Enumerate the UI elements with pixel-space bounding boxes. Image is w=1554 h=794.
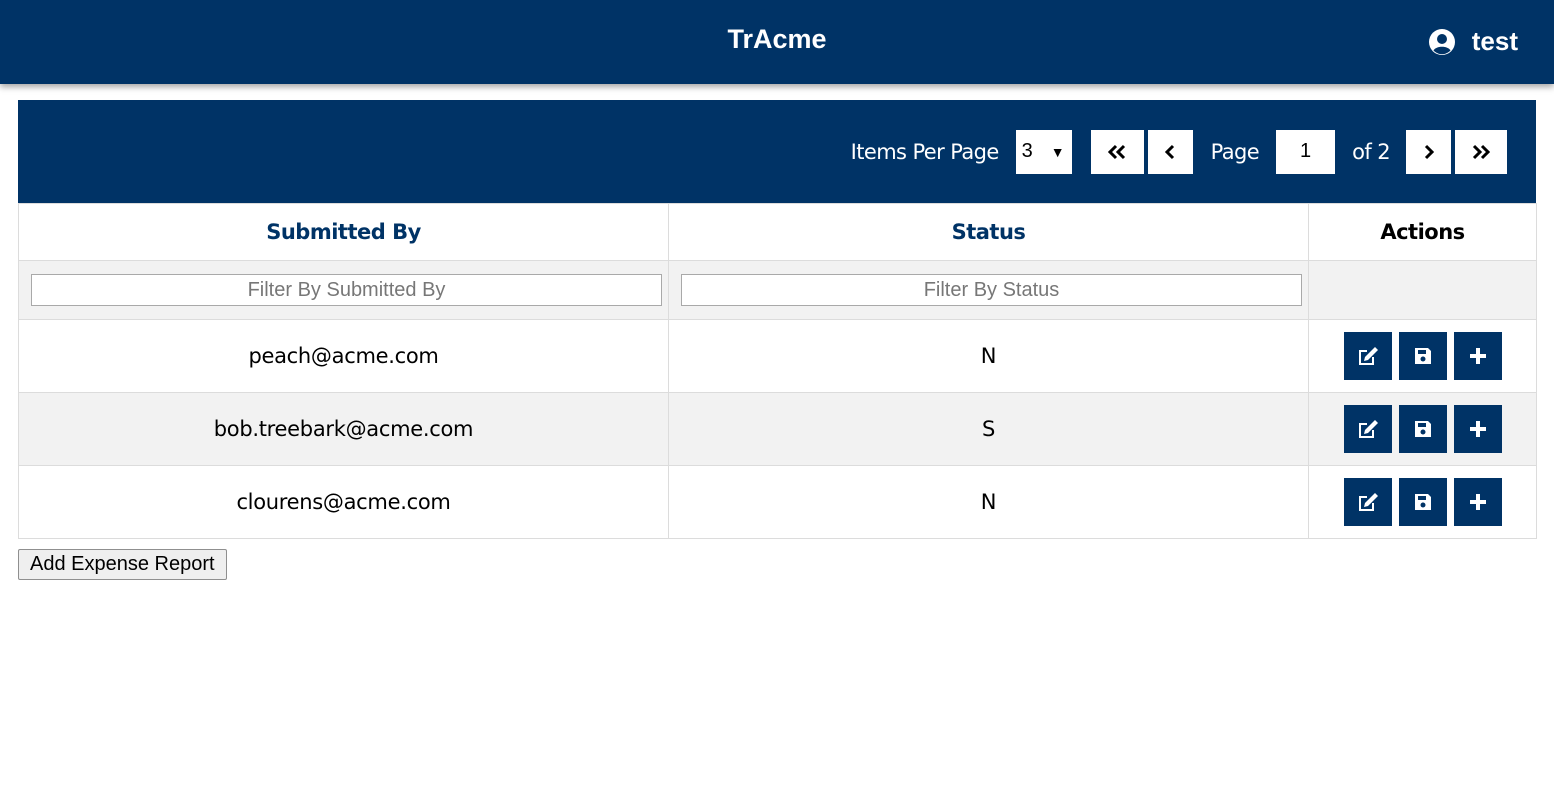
cell-actions bbox=[1308, 465, 1537, 539]
expense-table: Submitted By Status Actions peach@acme.c… bbox=[18, 203, 1537, 539]
chevron-right-icon bbox=[1424, 144, 1434, 159]
column-header-status[interactable]: Status bbox=[668, 203, 1309, 261]
add-button[interactable] bbox=[1453, 332, 1502, 380]
plus-icon bbox=[1469, 494, 1486, 510]
edit-button[interactable] bbox=[1343, 332, 1392, 380]
save-button[interactable] bbox=[1398, 478, 1447, 526]
page-count-label: of 2 bbox=[1352, 139, 1390, 164]
plus-icon bbox=[1469, 348, 1486, 364]
page-label: Page bbox=[1210, 139, 1260, 164]
cell-actions bbox=[1308, 392, 1537, 466]
first-page-button[interactable] bbox=[1090, 129, 1144, 174]
expense-grid: Items Per Page 3 ▼ Page of 2 bbox=[18, 100, 1537, 539]
cell-submitted-by: clourens@acme.com bbox=[18, 465, 669, 539]
items-per-page-select[interactable]: 3 ▼ bbox=[1015, 129, 1072, 174]
top-bar: TrAcme test bbox=[0, 0, 1554, 84]
edit-button[interactable] bbox=[1343, 478, 1392, 526]
user-name: test bbox=[1471, 26, 1518, 56]
filter-cell-status bbox=[668, 260, 1309, 320]
cell-actions bbox=[1308, 319, 1537, 393]
filter-status-input[interactable] bbox=[681, 274, 1302, 306]
chevron-left-icon bbox=[1165, 144, 1175, 159]
table-row: peach@acme.com N bbox=[18, 319, 1537, 393]
save-button[interactable] bbox=[1398, 405, 1447, 453]
edit-icon bbox=[1358, 493, 1378, 511]
app-title-text[interactable]: TrAcme bbox=[727, 24, 826, 54]
dropdown-arrow-icon: ▼ bbox=[1050, 143, 1065, 160]
previous-page-button[interactable] bbox=[1147, 129, 1193, 174]
user-menu[interactable]: test bbox=[1428, 26, 1518, 57]
pagination-bar: Items Per Page 3 ▼ Page of 2 bbox=[18, 100, 1536, 203]
double-chevron-right-icon bbox=[1472, 144, 1490, 159]
items-per-page-value: 3 bbox=[1021, 140, 1033, 162]
next-page-button[interactable] bbox=[1406, 129, 1451, 174]
items-per-page-label: Items Per Page bbox=[850, 139, 1000, 164]
cell-submitted-by: peach@acme.com bbox=[18, 319, 669, 393]
cell-status: S bbox=[668, 392, 1309, 466]
add-button[interactable] bbox=[1453, 405, 1502, 453]
cell-submitted-by: bob.treebark@acme.com bbox=[18, 392, 669, 466]
edit-button[interactable] bbox=[1343, 405, 1392, 453]
double-chevron-left-icon bbox=[1108, 144, 1126, 159]
column-header-submitted-by[interactable]: Submitted By bbox=[18, 203, 669, 261]
add-button[interactable] bbox=[1453, 478, 1502, 526]
plus-icon bbox=[1469, 421, 1486, 437]
save-button[interactable] bbox=[1398, 332, 1447, 380]
cell-status: N bbox=[668, 319, 1309, 393]
column-header-actions: Actions bbox=[1308, 203, 1537, 261]
app-title: TrAcme bbox=[0, 24, 1554, 55]
save-icon bbox=[1414, 348, 1431, 364]
filter-cell-submitted-by bbox=[18, 260, 669, 320]
last-page-button[interactable] bbox=[1455, 129, 1507, 174]
table-row: bob.treebark@acme.com S bbox=[18, 392, 1537, 466]
save-icon bbox=[1414, 494, 1431, 510]
filter-row bbox=[18, 260, 1537, 320]
add-expense-report-button[interactable]: Add Expense Report bbox=[18, 549, 227, 580]
header-row: Submitted By Status Actions bbox=[18, 203, 1537, 261]
table-row: clourens@acme.com N bbox=[18, 465, 1537, 539]
edit-icon bbox=[1358, 420, 1378, 438]
current-page-input[interactable] bbox=[1276, 129, 1336, 174]
filter-cell-actions bbox=[1308, 260, 1537, 320]
user-circle-icon bbox=[1428, 28, 1456, 56]
save-icon bbox=[1414, 421, 1431, 437]
cell-status: N bbox=[668, 465, 1309, 539]
filter-submitted-by-input[interactable] bbox=[31, 274, 662, 306]
edit-icon bbox=[1358, 347, 1378, 365]
